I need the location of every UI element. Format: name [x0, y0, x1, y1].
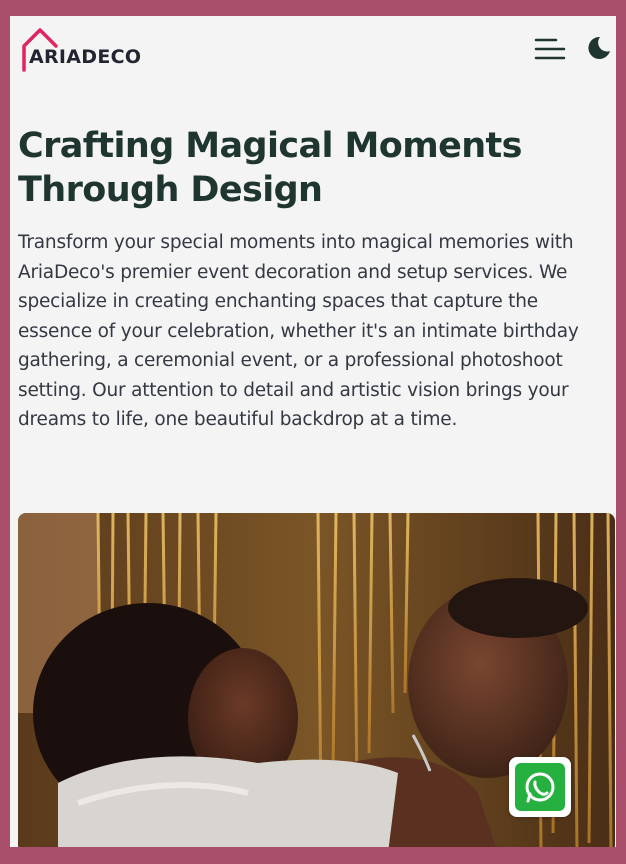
whatsapp-icon [515, 763, 565, 811]
hero-description: Transform your special moments into magi… [18, 232, 579, 430]
menu-button[interactable] [534, 36, 566, 62]
moon-icon [588, 36, 610, 59]
page: ARIADECO Crafting Magical Moments Throug… [10, 16, 616, 847]
menu-lines-icon [534, 38, 566, 60]
hero-title: Crafting Magical Moments Through Design [18, 126, 522, 210]
theme-toggle-button[interactable] [586, 35, 612, 61]
logo[interactable]: ARIADECO [20, 24, 160, 74]
site-header: ARIADECO [10, 16, 616, 86]
brand-name: ARIADECO [29, 46, 142, 68]
whatsapp-button[interactable] [509, 757, 571, 817]
